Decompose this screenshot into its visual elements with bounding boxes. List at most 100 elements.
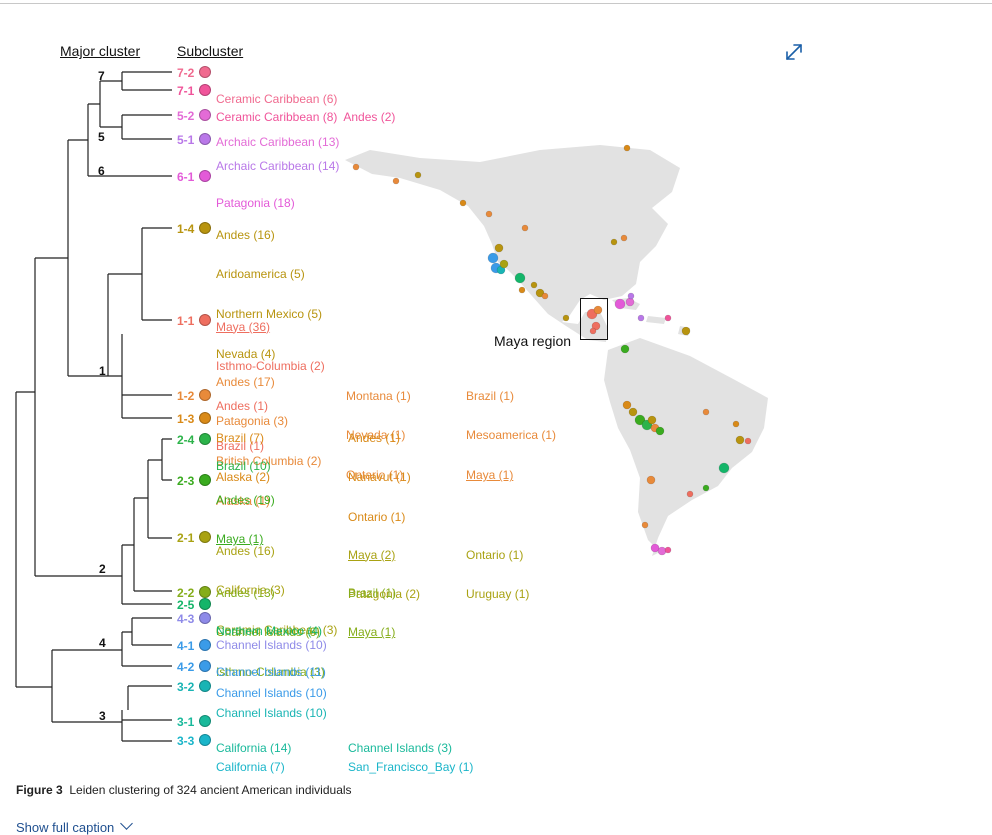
major-cluster-header: Major cluster: [60, 43, 141, 59]
show-full-caption-button[interactable]: Show full caption: [16, 817, 134, 835]
map-point: [352, 163, 360, 171]
map-point: [637, 314, 645, 322]
cluster-label-5: 5: [98, 130, 105, 144]
subcluster-id: 1-1: [177, 314, 195, 328]
subcluster-id: 3-3: [177, 734, 195, 748]
cluster-label-2: 2: [99, 562, 106, 576]
subcluster-dot: [199, 715, 211, 727]
region-list: San_Francisco_Bay (1): [348, 734, 473, 800]
subcluster-id: 3-1: [177, 715, 195, 729]
map-point: [744, 437, 752, 445]
subcluster-id: 2-3: [177, 474, 195, 488]
map-point: [414, 171, 422, 179]
maya-region-label: Maya region: [494, 333, 572, 349]
figure-label: Figure 3: [16, 783, 63, 797]
region-entry: Andes (1): [348, 430, 401, 445]
subcluster-dot: [199, 433, 211, 445]
subcluster-dot: [199, 639, 211, 651]
map-point: [487, 252, 499, 264]
region-entry: Andes (16): [216, 543, 275, 558]
south-america-landmass: [604, 338, 768, 556]
subcluster-id: 4-1: [177, 639, 195, 653]
map-point: [494, 243, 504, 253]
subcluster-id: 5-1: [177, 133, 195, 147]
map-point: [530, 281, 538, 289]
subcluster-dot: [199, 222, 211, 234]
branch-2: [161, 438, 172, 481]
cluster-label-1: 1: [99, 364, 106, 378]
subcluster-dot: [199, 680, 211, 692]
subcluster-id: 1-2: [177, 389, 195, 403]
subcluster-dot: [199, 170, 211, 182]
subcluster-dot: [199, 109, 211, 121]
figure-3: Major cluster Subcluster 7 5 6 1 2 4 3 7…: [0, 0, 992, 780]
map-point: [521, 224, 529, 232]
region-entry: Maya (1): [348, 625, 396, 640]
subcluster-dot: [199, 66, 211, 78]
region-entry: Andes (16): [216, 227, 275, 242]
cluster-label-7: 7: [98, 69, 105, 83]
region-entry: Andes (17): [216, 374, 275, 389]
region-entry: Nanavut (1): [348, 470, 411, 485]
subcluster-id: 2-5: [177, 598, 195, 612]
map-point: [647, 415, 657, 425]
map-point: [664, 546, 672, 554]
map-point: [702, 408, 710, 416]
region-entry: Brazil (1): [466, 388, 515, 403]
chevron-down-icon: [120, 817, 134, 830]
region-entry: Maya (36): [216, 319, 271, 334]
map-point: [732, 420, 740, 428]
caption-text: Leiden clustering of 324 ancient America…: [69, 783, 352, 797]
subcluster-id: 5-2: [177, 109, 195, 123]
subcluster-id: 4-2: [177, 660, 195, 674]
map-point: [392, 177, 400, 185]
map-point: [499, 259, 509, 269]
map-point: [459, 199, 467, 207]
figure-caption: Figure 3 Leiden clustering of 324 ancien…: [16, 783, 352, 797]
map-point: [562, 314, 570, 322]
subcluster-dot: [199, 412, 211, 424]
subcluster-id: 3-2: [177, 680, 195, 694]
map-point: [623, 144, 631, 152]
subcluster-id: 4-3: [177, 612, 195, 626]
region-entry: Uruguay (1): [466, 587, 530, 602]
subcluster-id: 2-1: [177, 531, 195, 545]
branch-4: [131, 617, 172, 646]
subcluster-header: Subcluster: [177, 43, 244, 59]
subcluster-dot: [199, 389, 211, 401]
region-entry: San_Francisco_Bay (1): [348, 759, 474, 774]
map-point: [718, 462, 730, 474]
map-point: [628, 407, 638, 417]
subcluster-id: 1-3: [177, 412, 195, 426]
branch-3: [121, 710, 172, 742]
cluster-label-3: 3: [99, 709, 106, 723]
subcluster-id: 6-1: [177, 170, 195, 184]
subcluster-dot: [199, 734, 211, 746]
map-point: [681, 326, 691, 336]
map-point: [646, 475, 656, 485]
map-point: [620, 344, 630, 354]
subcluster-dot: [199, 84, 211, 96]
subcluster-dot: [199, 314, 211, 326]
map-point: [625, 297, 635, 307]
show-full-caption-label: Show full caption: [16, 820, 115, 835]
subcluster-dot: [199, 474, 211, 486]
subcluster-id: 2-4: [177, 433, 195, 447]
map-point: [614, 298, 626, 310]
expand-icon[interactable]: [785, 43, 803, 61]
subcluster-dot: [199, 531, 211, 543]
region-entry: Aridoamerica (5): [216, 267, 305, 282]
map-point: [657, 546, 667, 556]
branch-7: [121, 71, 172, 91]
region-list: Ontario (1) Uruguay (1): [466, 522, 529, 628]
region-entry: California (7): [216, 759, 285, 774]
branch-1: [141, 227, 172, 321]
subcluster-dot: [199, 612, 211, 624]
cluster-label-6: 6: [98, 164, 105, 178]
map-point: [641, 521, 649, 529]
region-list: Brazil (1) Maya (1): [348, 560, 396, 666]
north-america-landmass: [345, 145, 680, 342]
map-point: [686, 490, 694, 498]
region-entry: Ontario (1): [466, 547, 524, 562]
subcluster-id: 7-2: [177, 66, 195, 80]
